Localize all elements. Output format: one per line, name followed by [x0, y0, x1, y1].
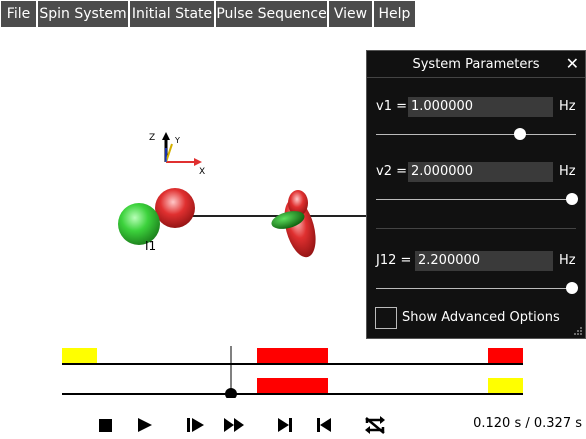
- time-readout: 0.120 s / 0.327 s: [473, 416, 582, 431]
- v1-unit: Hz: [559, 99, 576, 114]
- axis-z-label: Z: [149, 133, 155, 143]
- system-parameters-panel: System Parameters ✕ v1 = 1.000000 Hz v2 …: [366, 50, 586, 339]
- pulse-ch2-yellow-end: [488, 378, 523, 394]
- axis-x-label: X: [199, 167, 205, 177]
- panel-title: System Parameters: [367, 51, 585, 78]
- j12-unit: Hz: [559, 253, 576, 268]
- j12-label: J12 =: [376, 253, 412, 268]
- v1-label: v1 =: [376, 99, 407, 114]
- j12-slider-thumb[interactable]: [566, 282, 578, 294]
- pulse-ch1-red-middle: [257, 348, 328, 364]
- j12-field[interactable]: 2.200000: [415, 251, 553, 271]
- show-advanced-label: Show Advanced Options: [402, 310, 560, 325]
- v1-slider-thumb[interactable]: [514, 128, 526, 140]
- axis-y-label: Y: [174, 136, 180, 145]
- skip-to-end-icon[interactable]: [274, 414, 296, 436]
- v1-field[interactable]: 1.000000: [408, 97, 553, 117]
- spin-i2-lobes: [271, 190, 316, 258]
- spin-i1-red-sphere: [155, 188, 195, 228]
- step-forward-icon[interactable]: [184, 414, 206, 436]
- v2-unit: Hz: [559, 164, 576, 179]
- v2-slider[interactable]: [376, 199, 576, 200]
- v2-label: v2 =: [376, 164, 407, 179]
- panel-divider: [376, 228, 576, 229]
- loop-icon[interactable]: [362, 414, 388, 436]
- menu-help[interactable]: Help: [374, 1, 415, 27]
- fast-forward-icon[interactable]: [223, 414, 245, 436]
- menu-file[interactable]: File: [1, 1, 36, 27]
- pulse-ch1-yellow-start: [62, 348, 97, 364]
- close-icon[interactable]: ✕: [566, 54, 579, 74]
- menu-initial-state[interactable]: Initial State: [130, 1, 214, 27]
- j12-slider[interactable]: [376, 288, 576, 289]
- v2-field[interactable]: 2.000000: [408, 162, 553, 182]
- menu-spin-system[interactable]: Spin System: [38, 1, 128, 27]
- menu-view[interactable]: View: [329, 1, 372, 27]
- axis-gizmo: Z Y X: [149, 132, 205, 177]
- menu-pulse-sequence[interactable]: Pulse Sequence: [216, 1, 327, 27]
- v1-slider[interactable]: [376, 134, 576, 135]
- pulse-ch2-red-middle: [257, 378, 328, 394]
- play-icon[interactable]: [134, 414, 156, 436]
- pulse-timeline[interactable]: [0, 338, 586, 400]
- skip-to-start-icon[interactable]: [313, 414, 335, 436]
- pulse-ch1-red-end: [488, 348, 523, 364]
- playhead-marker: [225, 388, 237, 400]
- playback-controls: 0.120 s / 0.327 s: [0, 408, 586, 439]
- timeline-canvas: [62, 346, 523, 400]
- show-advanced-checkbox[interactable]: [375, 307, 397, 329]
- resize-grip-icon[interactable]: [573, 326, 583, 336]
- v2-slider-thumb[interactable]: [566, 193, 578, 205]
- spin-i1-label: I1: [145, 239, 156, 253]
- stop-icon[interactable]: [95, 414, 117, 436]
